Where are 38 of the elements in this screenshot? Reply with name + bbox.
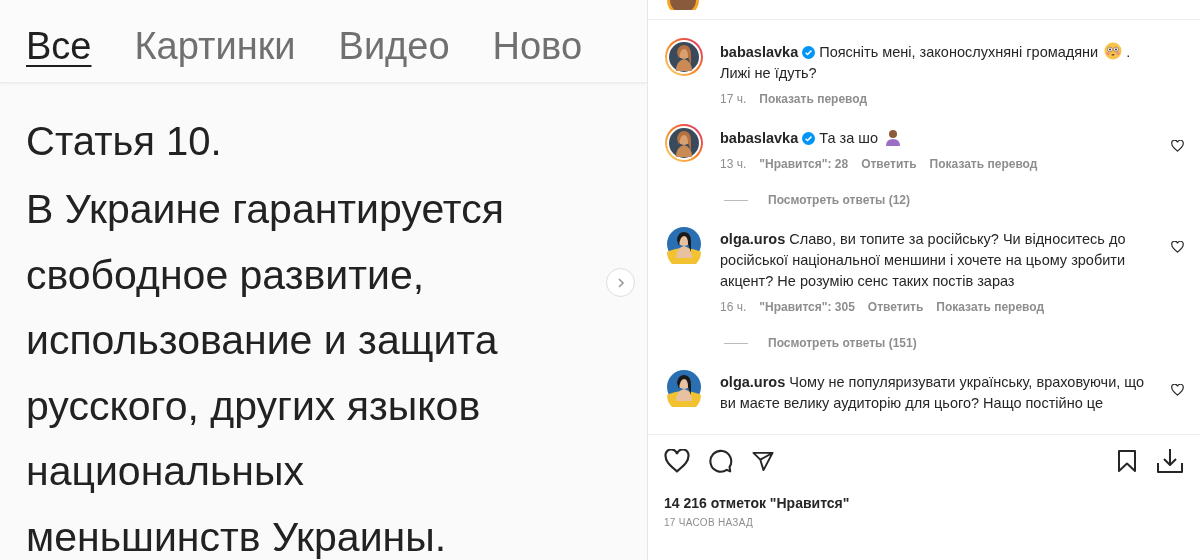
comment-icon[interactable]	[708, 448, 733, 474]
avatar[interactable]	[664, 224, 704, 264]
download-icon[interactable]	[1156, 447, 1184, 475]
person-icon	[883, 128, 902, 146]
view-replies-link[interactable]: Посмотреть ответы (12)	[768, 193, 910, 207]
view-replies-link[interactable]: Посмотреть ответы (151)	[768, 336, 917, 350]
comment-time: 13 ч.	[720, 157, 747, 171]
heart-icon[interactable]	[1171, 241, 1184, 253]
heart-icon[interactable]	[664, 449, 690, 473]
like-count[interactable]: "Нравится": 28	[759, 157, 849, 171]
send-icon[interactable]	[751, 449, 775, 473]
comment-text: babaslavka Та за шо	[720, 128, 1150, 149]
bookmark-icon[interactable]	[1116, 449, 1138, 473]
like-total[interactable]: 14 216 отметок "Нравится"	[664, 495, 1184, 511]
comment-text: babaslavka Поясніть мені, законослухняні громадяни . Лижі не їдуть?	[720, 42, 1132, 83]
comment-time: 16 ч.	[720, 300, 747, 314]
reply-link[interactable]: Ответить	[861, 157, 917, 171]
reply-link[interactable]: Ответить	[867, 300, 924, 314]
like-count[interactable]: "Нравится": 305	[759, 300, 855, 314]
post-time: 17 ЧАСОВ НАЗАД	[664, 517, 755, 528]
article-title: Статья 10.	[26, 118, 223, 165]
avatar[interactable]	[664, 123, 704, 163]
translate-link[interactable]: Показать перевод	[759, 92, 868, 106]
heart-icon[interactable]	[1171, 140, 1184, 152]
flushed-face-icon	[1104, 42, 1123, 60]
comment-text: olga.uros Славо, ви топите за російську? Чи відноситесь до російської національної меншини і хочете на цьому зробити акцент? Не розумію сенс таких постів зараз	[720, 230, 1127, 291]
article-text: В Украине гарантируется свободное развитие, использование и защита русского, других языков национальных меньшинств Украины.	[26, 185, 505, 560]
translate-link[interactable]: Показать перевод	[929, 157, 1038, 171]
comment-text: olga.uros Чому не популяризувати українську, враховуючи, що ви маєте велику аудиторію для цього? Нащо постійно це	[720, 373, 1146, 413]
translate-link[interactable]: Показать перевод	[936, 300, 1045, 314]
heart-icon[interactable]	[1171, 384, 1184, 396]
search-tab[interactable]: Картинки	[134, 24, 296, 82]
avatar[interactable]	[664, 37, 704, 77]
comment-time: 17 ч.	[720, 92, 747, 106]
search-tab[interactable]: Видео	[338, 24, 450, 82]
search-tab[interactable]: Все	[26, 24, 92, 82]
avatar[interactable]	[664, 367, 704, 407]
search-tab[interactable]: Ново	[492, 24, 583, 82]
